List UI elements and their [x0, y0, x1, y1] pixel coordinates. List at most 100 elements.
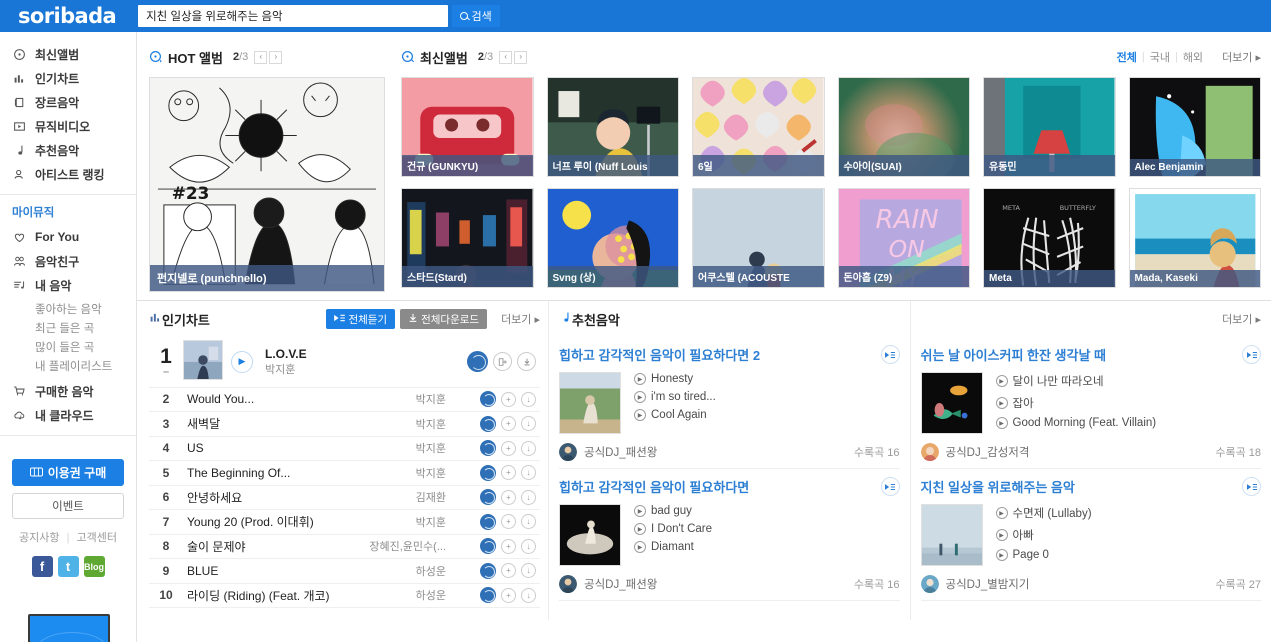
table-row[interactable]: 7 Young 20 (Prod. 이대휘) 박지훈 + ↓ — [149, 509, 540, 535]
avatar[interactable] — [920, 443, 939, 461]
playlist-play-all-icon[interactable] — [1242, 345, 1261, 364]
sidebar-item-recommended-music[interactable]: 추천음악 — [0, 140, 136, 160]
notice-link[interactable]: 공지사항 — [19, 532, 59, 544]
playlist-thumbnail[interactable] — [559, 372, 621, 434]
table-row[interactable]: 6 안녕하세요 김재환 + ↓ — [149, 485, 540, 510]
album-card[interactable]: META BUTTERFLY Meta — [983, 188, 1116, 288]
playlist-thumbnail[interactable] — [920, 504, 983, 566]
add-to-playlist-icon[interactable] — [493, 352, 512, 372]
floating-player-widget[interactable] — [28, 614, 110, 642]
playlist-play-all-icon[interactable] — [880, 345, 900, 364]
album-card[interactable]: 어쿠스텔 (ACOUSTE — [692, 188, 825, 288]
album-card[interactable]: 유동민 — [983, 77, 1116, 177]
download-track-icon[interactable]: ↓ — [521, 489, 536, 505]
album-card[interactable]: Alec Benjamin — [1128, 77, 1261, 177]
avatar[interactable] — [920, 575, 939, 593]
recommend-card-title[interactable]: 힙하고 감각적인 음악이 필요하다면 — [559, 477, 749, 496]
download-track-icon[interactable]: ↓ — [521, 391, 536, 407]
sidebar-subitem-liked[interactable]: 좋아하는 음악 — [0, 299, 136, 318]
table-row[interactable]: 5 The Beginning Of... 박지훈 + ↓ — [149, 460, 540, 486]
dj-name[interactable]: 공식DJ_패션왕 — [584, 576, 657, 592]
playlist-track[interactable]: ▶ 잡아 — [995, 395, 1157, 411]
album-card[interactable]: 스타드(Stard) — [401, 188, 534, 288]
event-button[interactable]: 이벤트 — [12, 493, 124, 519]
playlist-track[interactable]: ▶ Diamant — [634, 541, 712, 553]
dj-name[interactable]: 공식DJ_패션왕 — [584, 444, 657, 460]
download-track-icon[interactable]: ↓ — [521, 538, 536, 554]
download-track-icon[interactable]: ↓ — [521, 465, 536, 481]
playlist-track[interactable]: ▶ i'm so tired... — [634, 391, 716, 403]
download-track-icon[interactable]: ↓ — [521, 563, 536, 579]
sidebar-subitem-my-playlist[interactable]: 내 플레이리스트 — [0, 356, 136, 375]
table-row[interactable]: 1 – ▶ L.O.V.E 박지훈 — [149, 337, 540, 388]
dj-name[interactable]: 공식DJ_감성저격 — [946, 444, 1030, 460]
popular-chart-more-link[interactable]: 더보기 ▸ — [501, 311, 540, 327]
playlist-track[interactable]: ▶ Page 0 — [995, 549, 1092, 561]
sidebar-item-genre-music[interactable]: 장르음악 — [0, 92, 136, 112]
soribada-icon[interactable] — [480, 513, 496, 530]
filter-all[interactable]: 전체 — [1112, 49, 1142, 65]
playlist-play-all-icon[interactable] — [880, 477, 900, 496]
sidebar-item-music-video[interactable]: 뮤직비디오 — [0, 116, 136, 136]
table-row[interactable]: 8 술이 문제야 장혜진,윤민수(... + ↓ — [149, 534, 540, 559]
add-to-playlist-icon[interactable]: + — [501, 587, 516, 603]
soribada-icon[interactable] — [480, 440, 496, 457]
playlist-track[interactable]: ▶ Good Morning (Feat. Villain) — [995, 417, 1156, 429]
playlist-play-all-icon[interactable] — [1242, 477, 1261, 496]
download-track-icon[interactable] — [517, 352, 536, 372]
thumbnail-cell[interactable] — [183, 337, 231, 388]
table-row[interactable]: 10 라이딩 (Riding) (Feat. 개코) 하성운 + ↓ — [149, 583, 540, 608]
table-row[interactable]: 3 새벽달 박지훈 + ↓ — [149, 411, 540, 437]
download-track-icon[interactable]: ↓ — [521, 587, 536, 603]
table-row[interactable]: 9 BLUE 하성운 + ↓ — [149, 558, 540, 584]
album-card[interactable]: 수아이(SUAI) — [837, 77, 970, 177]
hot-prev-button[interactable]: ‹ — [254, 50, 268, 64]
recommend-card[interactable]: 힙하고 감각적인 음악이 필요하다면 2 ▶ Honesty ▶ i'm so … — [559, 337, 900, 469]
blog-icon[interactable]: Blog — [83, 556, 105, 577]
playlist-track[interactable]: ▶ 아빠 — [995, 527, 1092, 543]
sidebar-item-popular-chart[interactable]: 인기차트 — [0, 68, 136, 88]
sidebar-item-my-cloud[interactable]: 내 클라우드 — [0, 405, 136, 425]
facebook-icon[interactable]: f — [31, 556, 53, 577]
soribada-icon[interactable] — [480, 489, 496, 506]
support-link[interactable]: 고객센터 — [76, 532, 116, 544]
playlist-track[interactable]: ▶ Honesty — [634, 373, 716, 385]
download-track-icon[interactable]: ↓ — [521, 440, 536, 456]
soribada-icon[interactable] — [480, 415, 496, 432]
download-track-icon[interactable]: ↓ — [521, 514, 536, 530]
sidebar-item-for-you[interactable]: For You — [0, 227, 136, 247]
play-cell[interactable]: ▶ — [231, 337, 265, 388]
playlist-track[interactable]: ▶ 달이 나만 따라오네 — [995, 373, 1157, 389]
download-all-button[interactable]: 전체다운로드 — [400, 309, 488, 329]
sidebar-subitem-most-played[interactable]: 많이 들은 곡 — [0, 337, 136, 356]
new-album-more-link[interactable]: 더보기 ▸ — [1222, 49, 1261, 65]
sidebar-item-music-friends[interactable]: 음악친구 — [0, 251, 136, 271]
soribada-icon[interactable] — [480, 587, 496, 604]
sidebar-item-purchased-music[interactable]: 구매한 음악 — [0, 381, 136, 401]
album-card[interactable]: 건규 (GUNKYU) — [401, 77, 534, 177]
add-to-playlist-icon[interactable]: + — [501, 416, 516, 432]
album-card[interactable]: Svng (상) — [546, 188, 679, 288]
sidebar-item-artist-ranking[interactable]: 아티스트 랭킹 — [0, 164, 136, 184]
hot-next-button[interactable]: › — [269, 50, 283, 64]
playlist-track[interactable]: ▶ I Don't Care — [634, 523, 712, 535]
filter-domestic[interactable]: 국내 — [1145, 49, 1175, 65]
album-card[interactable]: 너프 루이 (Nuff Louis — [546, 77, 679, 177]
recommend-card-title[interactable]: 힙하고 감각적인 음악이 필요하다면 2 — [559, 345, 760, 364]
recommend-card-title[interactable]: 쉬는 날 아이스커피 한잔 생각날 때 — [921, 345, 1107, 364]
table-row[interactable]: 4 US 박지훈 + ↓ — [149, 436, 540, 461]
soribada-icon[interactable] — [480, 562, 496, 579]
sidebar-item-my-music[interactable]: 내 음악 — [0, 275, 136, 295]
add-to-playlist-icon[interactable]: + — [501, 538, 516, 554]
twitter-icon[interactable]: t — [57, 556, 79, 577]
playlist-track[interactable]: ▶ 수면제 (Lullaby) — [995, 505, 1092, 521]
sidebar-item-latest-album[interactable]: 최신앨범 — [0, 44, 136, 64]
filter-overseas[interactable]: 해외 — [1178, 49, 1208, 65]
search-button[interactable]: 검색 — [452, 5, 501, 27]
play-button[interactable]: ▶ — [231, 350, 253, 373]
soribada-icon[interactable] — [480, 464, 496, 481]
avatar[interactable] — [559, 575, 577, 593]
recommend-more-link[interactable]: 더보기 ▸ — [1222, 311, 1261, 327]
new-next-button[interactable]: › — [514, 50, 528, 64]
search-input[interactable] — [138, 5, 449, 27]
